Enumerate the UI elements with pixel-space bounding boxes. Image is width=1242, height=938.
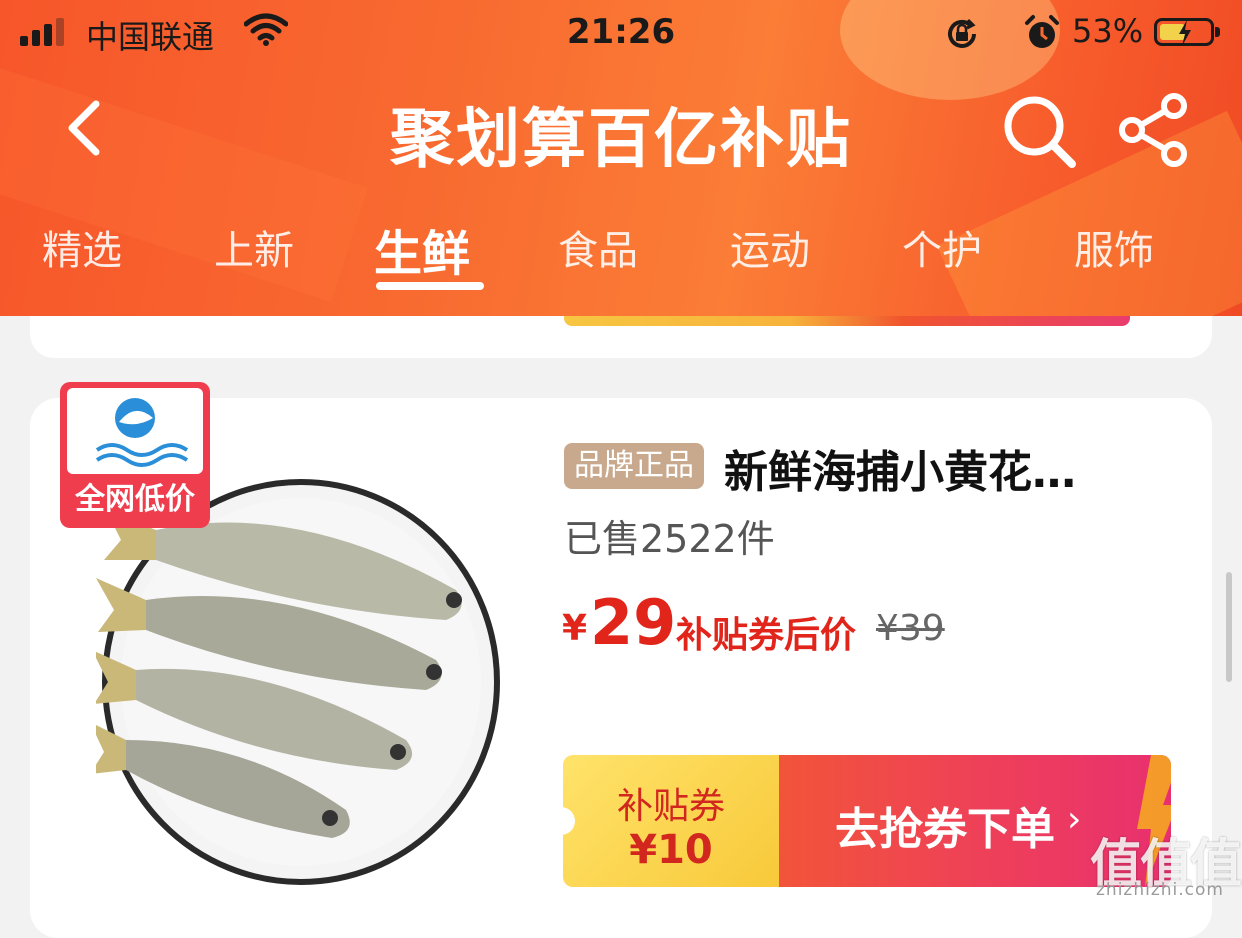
previous-card-button-edge[interactable] — [564, 316, 1130, 326]
brand-authentic-tag: 品牌正品 — [564, 443, 704, 489]
watermark-domain: zhizhizhi.com — [1096, 880, 1224, 900]
watermark: 值值值 zhizhizhi.com — [1090, 822, 1242, 900]
category-tabs: 精选 上新 生鲜 食品 运动 个护 服饰 — [0, 210, 1242, 300]
tab-new[interactable]: 上新 — [214, 218, 294, 276]
search-icon[interactable] — [1000, 92, 1080, 172]
fish-logo-icon — [67, 388, 203, 474]
status-bar: 中国联通 21:26 53% — [0, 0, 1242, 70]
currency-symbol: ¥ — [562, 608, 588, 649]
tab-apparel[interactable]: 服饰 — [1074, 218, 1154, 276]
badge-label: 全网低价 — [75, 482, 195, 517]
active-tab-indicator — [376, 282, 484, 290]
price-label: 补贴券后价 — [676, 615, 857, 656]
battery-icon — [1154, 18, 1220, 46]
back-button[interactable] — [60, 98, 110, 158]
tab-fresh[interactable]: 生鲜 — [374, 214, 470, 284]
tab-sports[interactable]: 运动 — [730, 218, 810, 276]
share-icon[interactable] — [1116, 92, 1192, 168]
grab-coupon-label: 去抢券下单 — [835, 804, 1055, 855]
subsidy-coupon[interactable]: 补贴券 ¥10 — [553, 755, 779, 887]
sold-count: 已售2522件 — [564, 517, 775, 561]
product-title[interactable]: 新鲜海捕小黄花… — [724, 436, 1076, 500]
subsidized-price: 29 — [590, 586, 677, 659]
lowest-price-badge: 全网低价 — [60, 382, 210, 528]
coupon-value: ¥10 — [629, 827, 713, 873]
tab-personal-care[interactable]: 个护 — [902, 218, 982, 276]
battery-percent: 53% — [1072, 12, 1144, 50]
chevron-right-icon: › — [1067, 799, 1082, 840]
tab-featured[interactable]: 精选 — [42, 218, 122, 276]
rotation-lock-icon — [948, 18, 976, 48]
scrollbar[interactable] — [1226, 572, 1232, 682]
tab-food[interactable]: 食品 — [558, 218, 638, 276]
header: 中国联通 21:26 53% 聚划算百亿补贴 精选 上新 生鲜 食品 运动 个护… — [0, 0, 1242, 316]
coupon-label: 补贴券 — [616, 786, 725, 827]
page-title: 聚划算百亿补贴 — [390, 103, 852, 177]
alarm-clock-icon — [1025, 15, 1059, 48]
original-price: ¥39 — [876, 608, 945, 649]
